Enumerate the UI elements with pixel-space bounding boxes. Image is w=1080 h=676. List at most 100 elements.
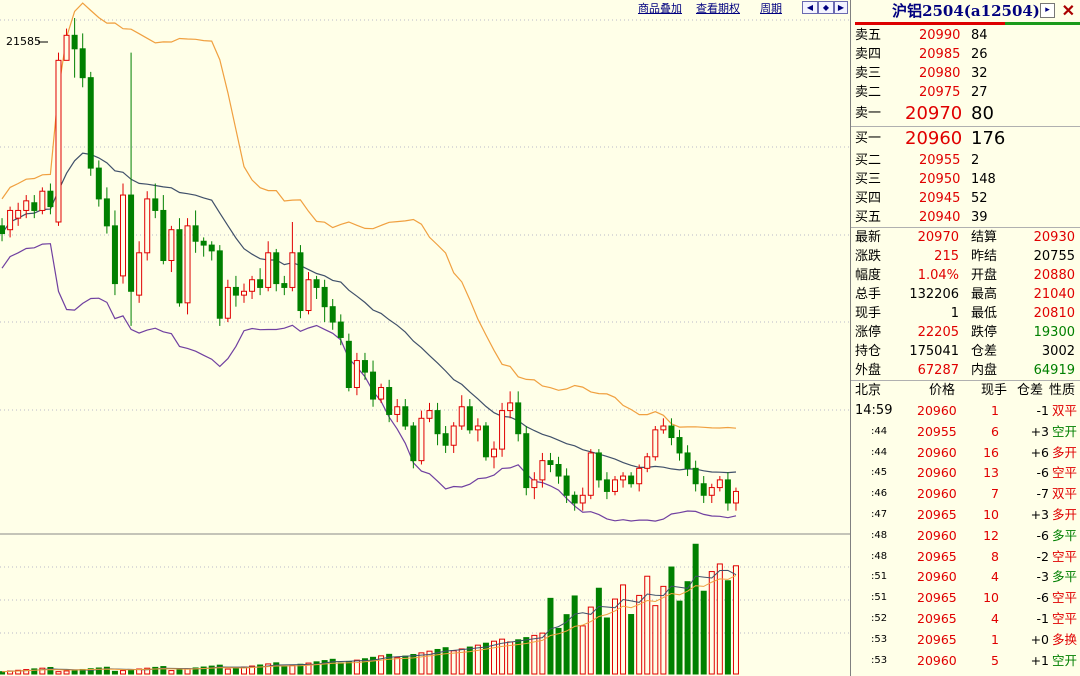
candle-down bbox=[257, 279, 264, 288]
tick-nature: 空开 bbox=[1051, 423, 1077, 439]
period-link[interactable]: 周期 bbox=[760, 0, 782, 16]
bid-price: 20950 bbox=[919, 172, 961, 187]
tick-oi-change: -1 bbox=[1036, 610, 1049, 626]
tick-row[interactable]: :44 20955 6 +3 空开 bbox=[851, 422, 1080, 443]
candle-up bbox=[144, 198, 151, 254]
bid-levels: 买一 20960 176 买二 20955 2 买三 20950 148 买四 20945 52 买五 2… bbox=[851, 127, 1080, 227]
overlay-commodity-link[interactable]: 商品叠加 bbox=[638, 0, 682, 16]
stat-value: 67287 bbox=[917, 363, 959, 378]
candle-up bbox=[620, 475, 627, 481]
bid-volume: 176 bbox=[971, 128, 1006, 149]
tick-row[interactable]: :51 20965 10 -6 空平 bbox=[851, 588, 1080, 609]
close-icon[interactable]: ✕ bbox=[1062, 0, 1075, 22]
tick-time: :52 bbox=[871, 612, 888, 624]
candle-down bbox=[128, 194, 135, 292]
tick-row[interactable]: :47 20965 10 +3 多开 bbox=[851, 505, 1080, 526]
candle-up bbox=[499, 410, 506, 450]
tick-volume: 13 bbox=[983, 465, 999, 481]
stat-value: 1.04% bbox=[917, 268, 959, 283]
tick-time: :53 bbox=[871, 633, 888, 645]
tick-row[interactable]: :46 20960 7 -7 双平 bbox=[851, 484, 1080, 505]
volume-bar bbox=[345, 661, 352, 675]
tick-row[interactable]: :53 20965 1 +0 多换 bbox=[851, 630, 1080, 651]
volume-bar bbox=[692, 543, 699, 675]
arrow-left-icon[interactable]: ◀ bbox=[802, 1, 818, 14]
arrow-both-icon[interactable]: ◆ bbox=[818, 1, 834, 14]
candle-down bbox=[482, 425, 489, 458]
tick-row[interactable]: :53 20960 5 +1 空开 bbox=[851, 651, 1080, 672]
ask-row: 卖二 20975 27 bbox=[851, 83, 1080, 102]
candle-up bbox=[611, 479, 618, 492]
volume-bar bbox=[232, 667, 239, 675]
candle-up bbox=[507, 402, 514, 412]
candle-down bbox=[555, 463, 562, 477]
stat-label: 仓差 bbox=[971, 344, 998, 359]
candle-up bbox=[716, 479, 723, 489]
candle-up bbox=[708, 487, 715, 496]
tick-oi-change: -2 bbox=[1036, 548, 1049, 564]
volume-bar bbox=[676, 600, 683, 675]
volume-bar bbox=[668, 566, 675, 675]
volume-bar bbox=[111, 670, 118, 675]
tick-price: 20960 bbox=[917, 569, 957, 585]
volume-bar bbox=[708, 571, 715, 675]
bid-label: 买三 bbox=[855, 172, 882, 187]
candle-up bbox=[265, 252, 272, 288]
stat-label: 最新 bbox=[855, 230, 882, 245]
stat-value: 215 bbox=[934, 249, 959, 264]
tick-nature: 多开 bbox=[1051, 506, 1077, 522]
candle-up bbox=[491, 448, 498, 458]
volume-bar bbox=[63, 670, 70, 675]
tick-row[interactable]: :52 20965 4 -1 空平 bbox=[851, 609, 1080, 630]
ask-row: 卖四 20985 26 bbox=[851, 45, 1080, 64]
tick-row[interactable]: :45 20960 13 -6 空平 bbox=[851, 463, 1080, 484]
tick-volume: 5 bbox=[991, 652, 999, 668]
tick-nature: 多平 bbox=[1051, 527, 1077, 543]
arrow-right-icon[interactable]: ▶ bbox=[834, 1, 848, 14]
ask-price: 20985 bbox=[919, 47, 961, 62]
tick-row[interactable]: :44 20960 16 +6 多开 bbox=[851, 443, 1080, 464]
tick-price: 20960 bbox=[917, 527, 957, 543]
bid-row: 买一 20960 176 bbox=[851, 127, 1080, 151]
tick-price: 20955 bbox=[917, 423, 957, 439]
tick-row[interactable]: 14:59 20960 1 -1 双平 bbox=[851, 401, 1080, 422]
candle-down bbox=[47, 190, 54, 208]
stat-value: 20810 bbox=[1033, 306, 1075, 321]
candle-down bbox=[442, 433, 449, 446]
tick-row[interactable]: :48 20965 8 -2 空平 bbox=[851, 547, 1080, 568]
volume-bar bbox=[700, 590, 707, 675]
tick-row[interactable]: :51 20960 4 -3 多平 bbox=[851, 567, 1080, 588]
candle-down bbox=[31, 202, 38, 211]
view-options-link[interactable]: 查看期权 bbox=[696, 0, 740, 16]
candle-up bbox=[23, 200, 30, 211]
candle-down bbox=[297, 252, 304, 312]
candle-down bbox=[361, 360, 368, 373]
candle-down bbox=[563, 475, 570, 496]
toggle-icon[interactable]: ▸ bbox=[1040, 3, 1055, 18]
stat-value: 132206 bbox=[909, 287, 959, 302]
volume-bar bbox=[595, 587, 602, 675]
volume-bar bbox=[644, 575, 651, 675]
tick-oi-change: +3 bbox=[1030, 423, 1049, 439]
kline-chart-panel[interactable]: 商品叠加 查看期权 周期 ◀ ◆ ▶ 21585 bbox=[0, 0, 850, 676]
candle-up bbox=[394, 406, 401, 415]
candle-down bbox=[434, 410, 441, 435]
kline-chart[interactable] bbox=[0, 0, 850, 676]
tick-header-loc: 北京 bbox=[855, 383, 882, 398]
tick-list[interactable]: 14:59 20960 1 -1 双平:44 20955 6 +3 空开:44 20960 16 +6… bbox=[851, 401, 1080, 671]
bid-price: 20955 bbox=[919, 153, 961, 168]
candle-down bbox=[273, 252, 280, 285]
stat-value: 20880 bbox=[1033, 268, 1075, 283]
tick-volume: 4 bbox=[991, 569, 999, 585]
tick-oi-change: +6 bbox=[1030, 444, 1049, 460]
stat-value: 1 bbox=[950, 306, 959, 321]
stat-label: 结算 bbox=[971, 230, 998, 245]
candle-up bbox=[458, 406, 465, 427]
volume-bar bbox=[418, 652, 425, 675]
bid-volume: 52 bbox=[971, 191, 988, 206]
tick-volume: 10 bbox=[983, 506, 999, 522]
stat-row: 涨跌 215 昨结 20755 bbox=[851, 247, 1080, 266]
ask-label: 卖一 bbox=[855, 106, 882, 121]
tick-row[interactable]: :48 20960 12 -6 多平 bbox=[851, 526, 1080, 547]
stat-row: 总手 132206 最高 21040 bbox=[851, 285, 1080, 304]
